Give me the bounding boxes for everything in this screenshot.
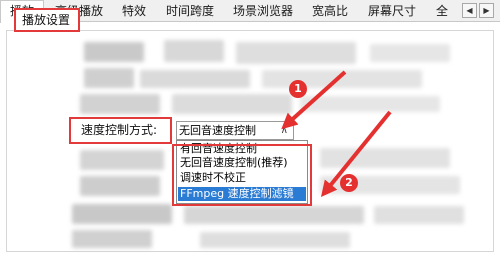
speed-control-label: 速度控制方式: <box>69 117 172 144</box>
option-no-correction[interactable]: 调速时不校正 <box>178 171 306 184</box>
obscured-content <box>172 94 292 114</box>
obscured-content <box>164 40 224 62</box>
tab-time-span[interactable]: 时间跨度 <box>158 2 222 22</box>
tab-aspect-ratio[interactable]: 宽高比 <box>304 2 356 22</box>
tab-screen-size[interactable]: 屏幕尺寸 <box>360 2 424 22</box>
tab-effects[interactable]: 特效 <box>113 2 155 22</box>
obscured-content <box>320 148 450 168</box>
obscured-content <box>72 230 152 248</box>
tab-full[interactable]: 全 <box>428 2 456 22</box>
obscured-content <box>184 206 364 224</box>
obscured-content <box>262 70 422 88</box>
speed-control-select[interactable]: 无回音速度控制 ∧ <box>176 121 294 140</box>
option-no-echo-speed-control-recommended[interactable]: 无回音速度控制(推荐) <box>178 156 306 169</box>
obscured-content <box>374 206 464 224</box>
speed-control-value: 无回音速度控制 <box>179 124 256 137</box>
obscured-content <box>80 176 160 196</box>
speed-control-dropdown: 有回音速度控制 无回音速度控制(推荐) 调速时不校正 FFmpeg 速度控制滤镜 <box>176 140 308 204</box>
obscured-content <box>84 68 134 88</box>
obscured-content <box>236 42 356 64</box>
step-badge-1: 1 <box>289 80 307 98</box>
obscured-content <box>140 70 250 88</box>
tab-scroll-left-icon[interactable]: ◀ <box>462 3 477 18</box>
group-title: 播放设置 <box>14 8 80 32</box>
obscured-content <box>80 94 160 114</box>
chevron-up-icon[interactable]: ∧ <box>281 123 288 138</box>
tab-scroll-right-icon[interactable]: ▶ <box>479 3 494 18</box>
option-echo-speed-control[interactable]: 有回音速度控制 <box>178 142 306 155</box>
obscured-content <box>370 44 450 62</box>
option-ffmpeg-speed-filter[interactable]: FFmpeg 速度控制滤镜 <box>178 187 306 201</box>
obscured-content <box>200 232 350 248</box>
tab-scene-browser[interactable]: 场景浏览器 <box>225 2 301 22</box>
obscured-content <box>72 204 172 224</box>
step-badge-2: 2 <box>340 174 358 192</box>
obscured-content <box>80 150 164 170</box>
obscured-content <box>300 96 440 112</box>
obscured-content <box>84 42 144 62</box>
